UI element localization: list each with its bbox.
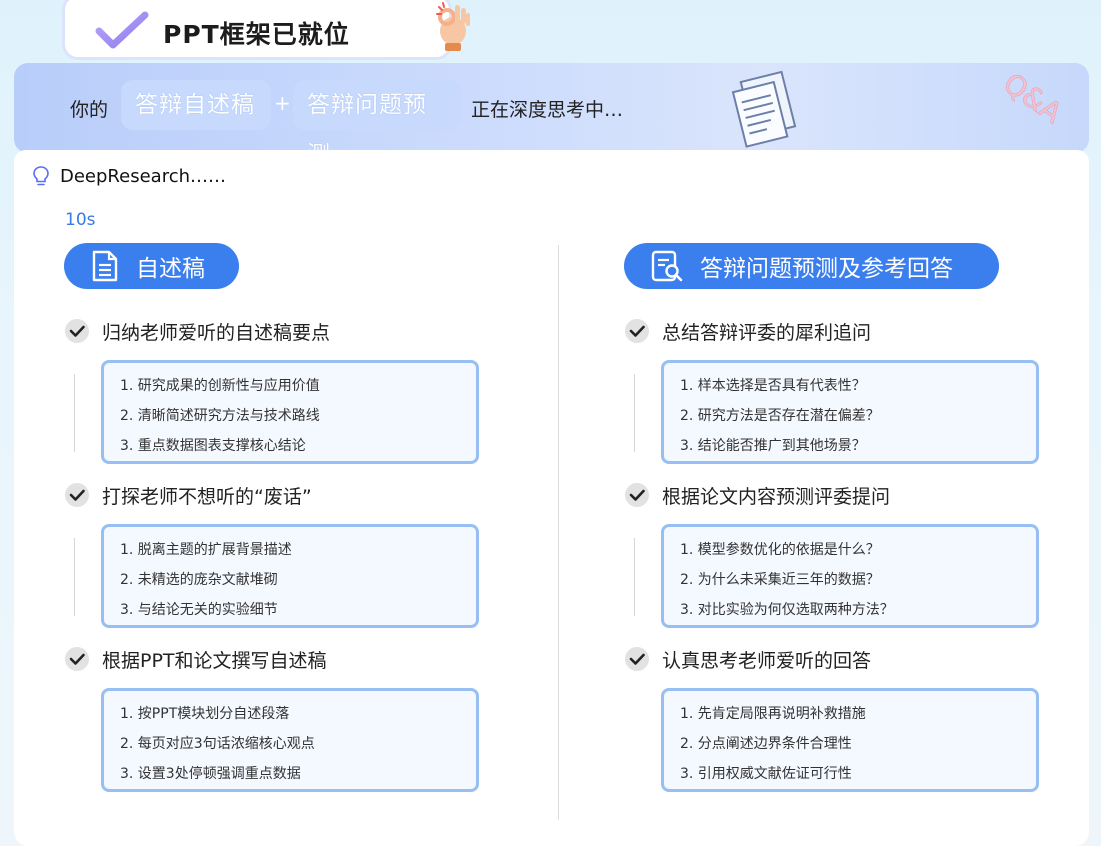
list-item: 1. 按PPT模块划分自述段落 xyxy=(120,706,290,722)
list-item: 2. 每页对应3句话浓缩核心观点 xyxy=(120,736,315,752)
questions-section-2: 根据论文内容预测评委提问 1. 模型参数优化的依据是什么？ 2. 为什么未采集近… xyxy=(624,480,1039,628)
section-title: 根据论文内容预测评委提问 xyxy=(662,485,891,508)
timeline-line xyxy=(74,538,75,616)
list-item: 2. 未精选的庞杂文献堆砌 xyxy=(120,572,278,588)
ppt-ready-banner: PPT框架已就位 xyxy=(62,0,470,60)
script-section-2: 打探老师不想听的“废话” 1. 脱离主题的扩展背景描述 2. 未精选的庞杂文献堆… xyxy=(64,480,479,628)
check-circle-icon xyxy=(65,647,89,671)
section-title: 根据PPT和论文撰写自述稿 xyxy=(102,649,327,672)
points-box: 1. 样本选择是否具有代表性？ 2. 研究方法是否存在潜在偏差？ 3. 结论能否… xyxy=(661,360,1039,464)
ok-hand-icon xyxy=(436,2,470,51)
qa-text: Q&A xyxy=(997,66,1066,129)
elapsed-time: 10s xyxy=(65,210,96,230)
questions-section-3: 认真思考老师爱听的回答 1. 先肯定局限再说明补救措施 2. 分点阐述边界条件合… xyxy=(624,644,1039,792)
questions-column: 答辩问题预测及参考回答 总结答辩评委的犀利追问 1. 样本选择是否具有代表性？ … xyxy=(624,243,1039,792)
points-box: 1. 先肯定局限再说明补救措施 2. 分点阐述边界条件合理性 3. 引用权威文献… xyxy=(661,688,1039,792)
list-item: 3. 引用权威文献佐证可行性 xyxy=(680,766,852,782)
script-heading: 自述稿 xyxy=(64,243,239,289)
questions-heading: 答辩问题预测及参考回答 xyxy=(624,243,999,289)
points-box: 1. 脱离主题的扩展背景描述 2. 未精选的庞杂文献堆砌 3. 与结论无关的实验… xyxy=(101,524,479,628)
documents-icon xyxy=(731,70,797,148)
banner-prefix: 你的 xyxy=(70,99,109,121)
ppt-ready-title: PPT框架已就位 xyxy=(163,20,350,49)
check-circle-icon xyxy=(625,647,649,671)
deepresearch-status: DeepResearch…… xyxy=(32,165,226,187)
list-item: 2. 研究方法是否存在潜在偏差？ xyxy=(680,408,880,424)
list-item: 1. 脱离主题的扩展背景描述 xyxy=(120,542,292,558)
plus-sign: + xyxy=(274,91,291,115)
list-item: 2. 分点阐述边界条件合理性 xyxy=(680,736,852,752)
check-circle-icon xyxy=(65,483,89,507)
script-section-1: 归纳老师爱听的自述稿要点 1. 研究成果的创新性与应用价值 2. 清晰简述研究方… xyxy=(64,316,479,464)
timeline-line xyxy=(74,374,75,452)
list-item: 3. 设置3处停顿强调重点数据 xyxy=(120,766,301,782)
timeline-line xyxy=(634,538,635,616)
section-title: 总结答辩评委的犀利追问 xyxy=(662,321,872,344)
list-item: 3. 重点数据图表支撑核心结论 xyxy=(120,438,306,454)
list-item: 3. 结论能否推广到其他场景？ xyxy=(680,438,866,454)
thinking-banner: 你的 答辩自述稿 + 答辩问题预测 正在深度思考中… Q&A xyxy=(14,63,1089,153)
check-circle-icon xyxy=(65,319,89,343)
script-heading-label: 自述稿 xyxy=(136,256,205,282)
questions-heading-label: 答辩问题预测及参考回答 xyxy=(700,256,953,282)
list-item: 3. 与结论无关的实验细节 xyxy=(120,602,278,618)
lightbulb-icon xyxy=(33,166,49,186)
list-item: 2. 清晰简述研究方法与技术路线 xyxy=(120,408,320,424)
search-document-icon xyxy=(651,250,683,282)
timeline-line xyxy=(634,374,635,452)
chip-defense-script: 答辩自述稿 xyxy=(121,80,271,130)
section-title: 打探老师不想听的“废话” xyxy=(102,485,312,508)
deepresearch-label: DeepResearch…… xyxy=(60,165,226,187)
document-icon xyxy=(92,250,118,282)
research-card: DeepResearch…… 10s 自述稿 归纳老师爱听的自述稿要点 1. 研… xyxy=(14,150,1089,846)
section-title: 归纳老师爱听的自述稿要点 xyxy=(102,321,331,344)
section-title: 认真思考老师爱听的回答 xyxy=(662,649,872,672)
chip-question-prediction: 答辩问题预测 xyxy=(293,80,461,153)
questions-section-1: 总结答辩评委的犀利追问 1. 样本选择是否具有代表性？ 2. 研究方法是否存在潜… xyxy=(624,316,1039,464)
check-circle-icon xyxy=(625,319,649,343)
column-divider xyxy=(558,245,559,820)
banner-suffix: 正在深度思考中… xyxy=(471,99,624,121)
list-item: 2. 为什么未采集近三年的数据？ xyxy=(680,572,880,588)
qa-badge: Q&A xyxy=(997,66,1066,130)
list-item: 1. 先肯定局限再说明补救措施 xyxy=(680,706,866,722)
check-circle-icon xyxy=(625,483,649,507)
list-item: 1. 研究成果的创新性与应用价值 xyxy=(120,378,320,394)
list-item: 1. 样本选择是否具有代表性？ xyxy=(680,378,866,394)
points-box: 1. 按PPT模块划分自述段落 2. 每页对应3句话浓缩核心观点 3. 设置3处… xyxy=(101,688,479,792)
checkmark-icon xyxy=(95,11,149,49)
list-item: 3. 对比实验为何仅选取两种方法？ xyxy=(680,602,894,618)
points-box: 1. 模型参数优化的依据是什么？ 2. 为什么未采集近三年的数据？ 3. 对比实… xyxy=(661,524,1039,628)
points-box: 1. 研究成果的创新性与应用价值 2. 清晰简述研究方法与技术路线 3. 重点数… xyxy=(101,360,479,464)
script-section-3: 根据PPT和论文撰写自述稿 1. 按PPT模块划分自述段落 2. 每页对应3句话… xyxy=(64,644,479,792)
list-item: 1. 模型参数优化的依据是什么？ xyxy=(680,542,880,558)
script-column: 自述稿 归纳老师爱听的自述稿要点 1. 研究成果的创新性与应用价值 2. 清晰简… xyxy=(64,243,479,792)
